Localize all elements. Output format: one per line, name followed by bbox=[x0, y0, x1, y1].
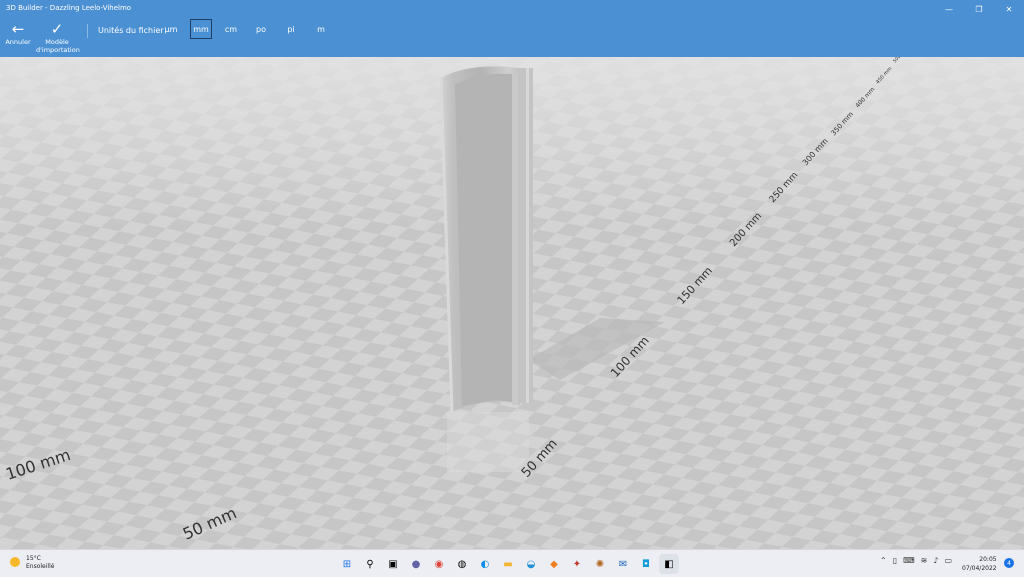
3d-viewport[interactable]: 100 mm 50 mm 50 mm 100 mm 150 mm 200 mm … bbox=[0, 57, 1024, 549]
unit-meter[interactable]: m bbox=[310, 19, 332, 39]
battery-icon[interactable]: ▭ bbox=[944, 556, 952, 565]
notification-badge[interactable]: 4 bbox=[1004, 558, 1014, 568]
toolbar: ← Annuler ✓ Modèle d'importation Unités … bbox=[0, 18, 1024, 57]
minimize-button[interactable]: — bbox=[934, 0, 964, 18]
model-reflection bbox=[447, 412, 529, 472]
sun-icon bbox=[10, 557, 20, 567]
clock[interactable]: 20:05 07/04/2022 bbox=[962, 555, 997, 573]
window-title: 3D Builder - Dazzling Leelo-Vihelmo bbox=[6, 4, 132, 12]
title-bar: 3D Builder - Dazzling Leelo-Vihelmo — ❐ … bbox=[0, 0, 1024, 18]
units-label: Unités du fichier bbox=[98, 26, 164, 35]
maximize-button[interactable]: ❐ bbox=[964, 0, 994, 18]
file-explorer-icon[interactable]: ▬ bbox=[498, 554, 518, 574]
clock-time: 20:05 bbox=[979, 556, 997, 563]
undo-label: Annuler bbox=[5, 38, 31, 46]
taskbar-apps: ⊞ ⚲ ▣ ● ◉ ◍ ◐ ▬ ◒ ◆ ✦ ✺ ✉ ◘ ◧ bbox=[337, 554, 679, 574]
import-model-button[interactable]: ✓ Modèle d'importation bbox=[36, 20, 80, 54]
unit-foot[interactable]: pi bbox=[280, 19, 302, 39]
app-icon[interactable]: ✺ bbox=[590, 554, 610, 574]
sublime-icon[interactable]: ◆ bbox=[544, 554, 564, 574]
app-icon[interactable]: ◘ bbox=[636, 554, 656, 574]
scene: 100 mm 50 mm 50 mm 100 mm 150 mm 200 mm … bbox=[0, 57, 1024, 549]
app-icon[interactable]: ◒ bbox=[521, 554, 541, 574]
weather-desc: Ensoleillé bbox=[26, 563, 55, 570]
clock-date: 07/04/2022 bbox=[962, 565, 997, 572]
search-icon[interactable]: ⚲ bbox=[360, 554, 380, 574]
chat-icon[interactable]: ● bbox=[406, 554, 426, 574]
system-tray: ⌃ ▯ ⌨ ≋ ♪ ▭ bbox=[880, 556, 952, 565]
github-icon[interactable]: ◍ bbox=[452, 554, 472, 574]
volume-icon[interactable]: ♪ bbox=[933, 556, 938, 565]
task-view-icon[interactable]: ▣ bbox=[383, 554, 403, 574]
unit-inch[interactable]: po bbox=[250, 19, 272, 39]
unit-micrometer[interactable]: μm bbox=[160, 19, 182, 39]
unit-centimeter[interactable]: cm bbox=[220, 19, 242, 39]
chevron-up-icon[interactable]: ⌃ bbox=[880, 556, 887, 565]
checkmark-icon: ✓ bbox=[50, 20, 64, 38]
app-icon[interactable]: ✦ bbox=[567, 554, 587, 574]
import-label-line1: Modèle bbox=[45, 38, 69, 46]
weather-temp: 15°C bbox=[26, 555, 41, 562]
import-label-line2: d'importation bbox=[36, 46, 80, 54]
weather-widget[interactable]: 15°C Ensoleillé bbox=[10, 555, 54, 571]
chrome-icon[interactable]: ◉ bbox=[429, 554, 449, 574]
wifi-icon[interactable]: ≋ bbox=[921, 556, 928, 565]
undo-button[interactable]: ← Annuler bbox=[5, 20, 31, 46]
taskbar: 15°C Ensoleillé ⊞ ⚲ ▣ ● ◉ ◍ ◐ ▬ ◒ ◆ ✦ ✺ … bbox=[0, 549, 1024, 577]
edge-icon[interactable]: ◐ bbox=[475, 554, 495, 574]
3d-builder-icon[interactable]: ◧ bbox=[659, 554, 679, 574]
mail-icon[interactable]: ✉ bbox=[613, 554, 633, 574]
3d-model[interactable] bbox=[439, 66, 533, 413]
close-button[interactable]: ✕ bbox=[994, 0, 1024, 18]
unit-millimeter[interactable]: mm bbox=[190, 19, 212, 39]
arrow-left-icon: ← bbox=[11, 20, 25, 38]
window-controls: — ❐ ✕ bbox=[934, 0, 1024, 18]
windows-start-icon[interactable]: ⊞ bbox=[337, 554, 357, 574]
keyboard-icon[interactable]: ⌨ bbox=[903, 556, 915, 565]
toolbar-separator bbox=[87, 24, 88, 38]
usb-icon[interactable]: ▯ bbox=[893, 556, 897, 565]
